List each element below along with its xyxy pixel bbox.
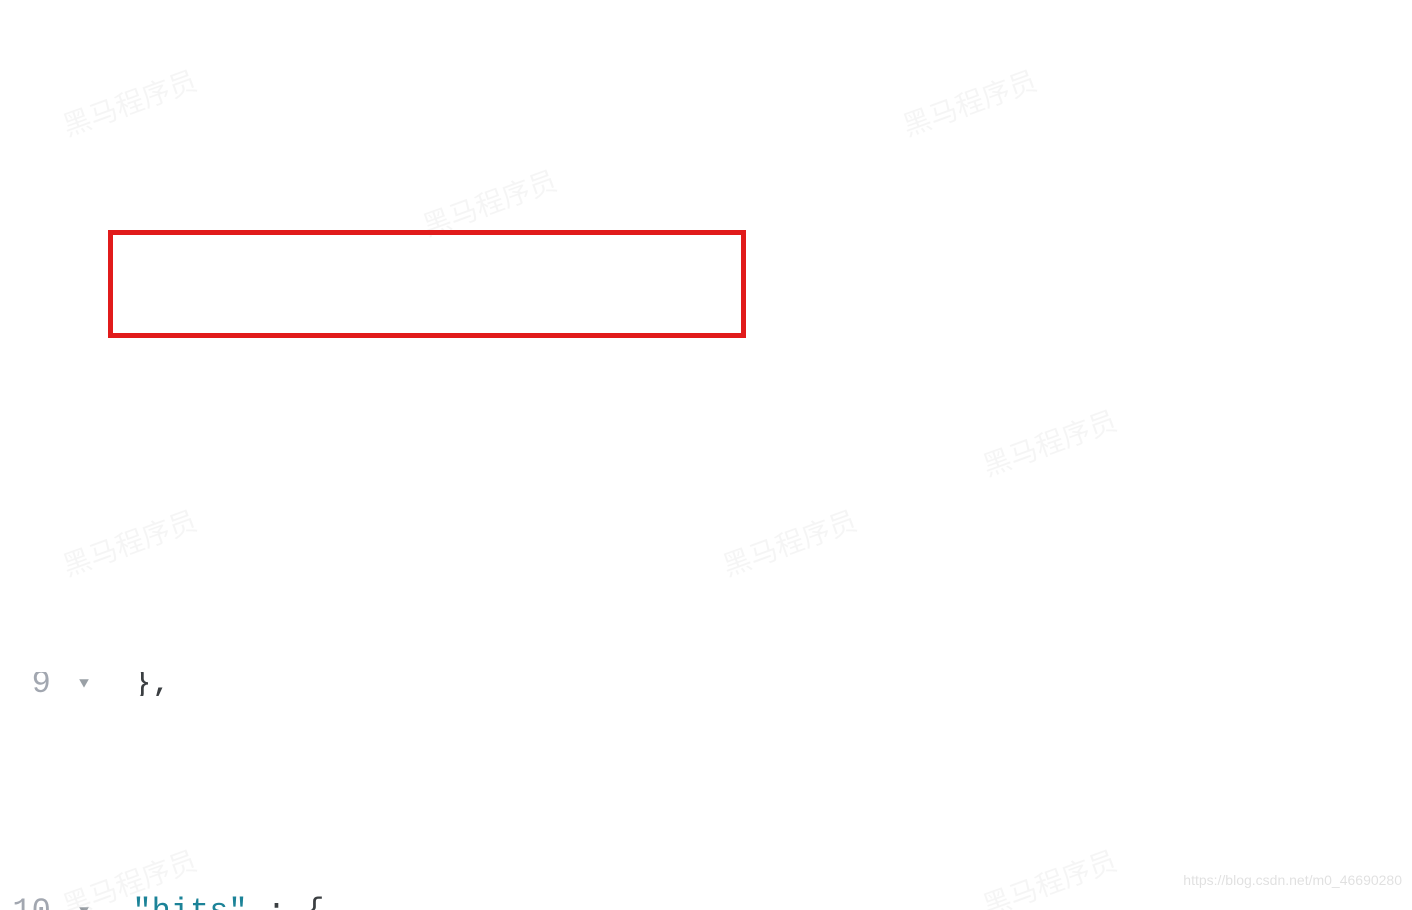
watermark: 黑马程序员 <box>416 158 564 251</box>
watermark: 黑马程序员 <box>56 498 204 591</box>
fold-caret[interactable] <box>74 678 94 690</box>
watermark: 黑马程序员 <box>716 498 864 591</box>
source-url-watermark: https://blog.csdn.net/m0_46690280 <box>1183 856 1402 904</box>
fold-caret[interactable] <box>74 906 94 910</box>
token-brace-close: }, <box>132 672 170 696</box>
code-line[interactable]: 9 }, <box>0 672 1412 696</box>
watermark: 黑马程序员 <box>896 58 1044 151</box>
annotation-highlight-box <box>108 230 746 338</box>
code-editor[interactable]: 黑马程序员 黑马程序员 黑马程序员 黑马程序员 黑马程序员 黑马程序员 黑马程序… <box>0 0 1412 910</box>
json-key: "hits" <box>132 893 247 910</box>
watermark: 黑马程序员 <box>56 58 204 151</box>
line-number: 9 <box>0 672 74 696</box>
watermark: 黑马程序员 <box>976 398 1124 491</box>
line-number: 10 <box>0 888 74 910</box>
